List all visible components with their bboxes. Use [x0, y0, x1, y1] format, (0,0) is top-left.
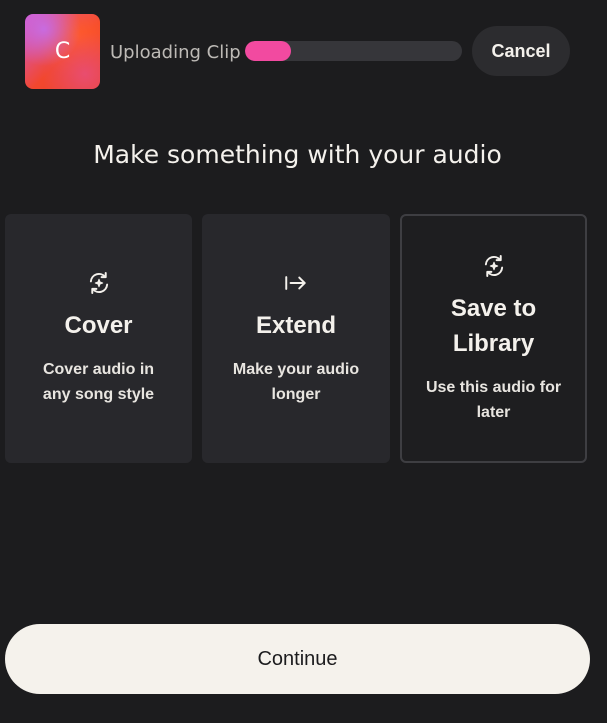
continue-button[interactable]: Continue: [5, 624, 590, 694]
upload-options-page: C Uploading Clip Cancel Make something w…: [0, 0, 607, 723]
option-description: Use this audio for later: [425, 378, 562, 421]
clip-thumbnail: C: [25, 14, 100, 89]
cover-icon: [89, 272, 108, 294]
option-card-cover[interactable]: Cover Cover audio in any song style: [5, 214, 192, 463]
option-title: Extend: [255, 312, 336, 339]
option-card-extend[interactable]: Extend Make your audio longer: [202, 214, 390, 463]
option-description: Make your audio longer: [232, 361, 360, 403]
extend-icon: [285, 276, 306, 290]
save-to-library-icon: [484, 254, 503, 277]
option-title: Save to Library: [450, 294, 537, 357]
option-card-save-to-library[interactable]: Save to Library Use this audio for later: [400, 214, 587, 463]
option-description: Cover audio in any song style: [42, 361, 155, 403]
upload-progress-bar: [245, 41, 462, 61]
upload-status-label: Uploading Clip: [110, 42, 241, 63]
page-title: Make something with your audio: [93, 140, 502, 169]
upload-progress-fill: [245, 41, 291, 61]
cancel-button[interactable]: Cancel: [472, 26, 570, 76]
thumbnail-letter: C: [54, 39, 71, 64]
option-title: Cover: [64, 312, 133, 339]
